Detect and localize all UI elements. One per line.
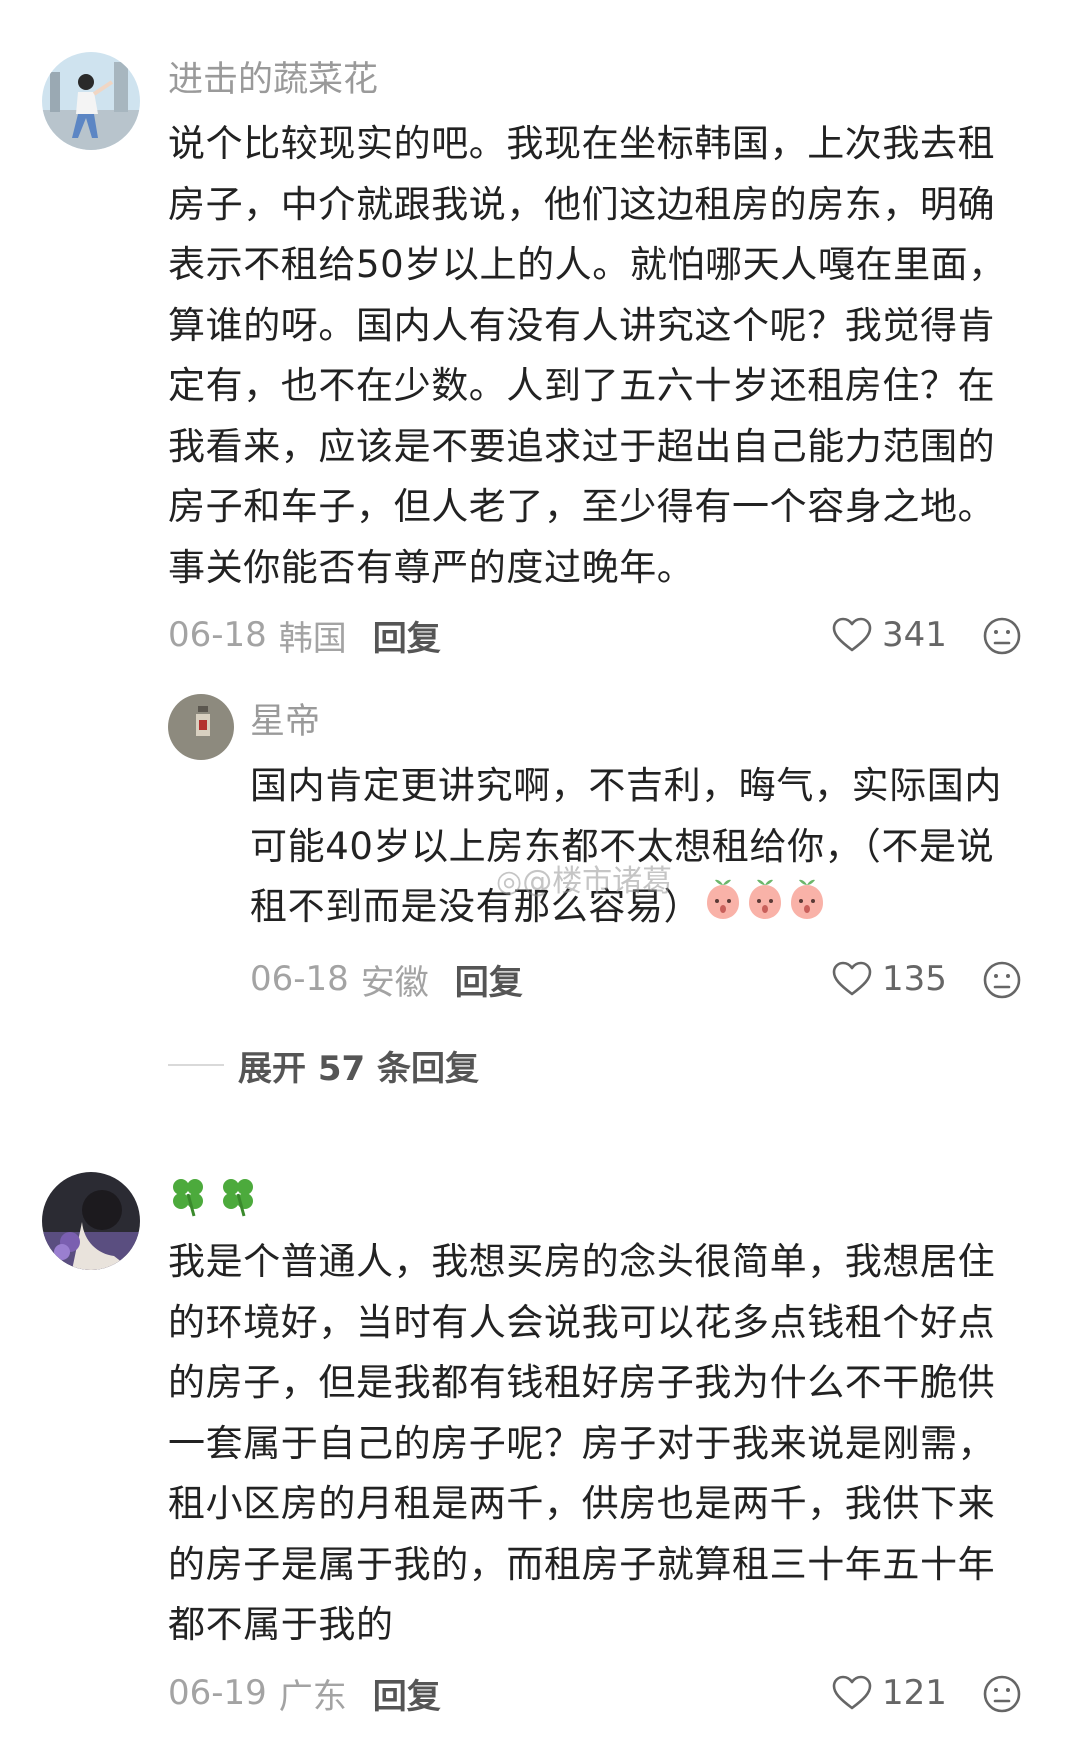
comment-line: 说个比较现实的吧。我现在坐标韩国，上次我去租	[168, 122, 996, 165]
avatar[interactable]	[42, 52, 140, 150]
like-button[interactable]: 121	[832, 1668, 947, 1718]
frown-face-icon[interactable]	[982, 1674, 1022, 1714]
comment-line: 一套属于自己的房子呢？房子对于我来说是刚需，	[168, 1421, 996, 1465]
like-count: 121	[882, 1673, 947, 1713]
four-leaf-clover-icon	[168, 1174, 208, 1231]
comment-line: 表示不租给50岁以上的人。就怕哪天人嘎在里面，	[168, 243, 1006, 286]
comment-line: 房子和车子，但人老了，至少得有一个容身之地。	[168, 485, 996, 528]
expand-replies-label: 展开 57 条回复	[238, 1048, 479, 1089]
heart-outline-icon	[832, 617, 872, 652]
comment-line: 事关你能否有尊严的度过晚年。	[168, 545, 695, 589]
watermark: ◎@楼市诸葛	[496, 856, 672, 900]
frown-face-icon[interactable]	[982, 960, 1022, 1000]
comment-date: 06-19	[168, 1673, 267, 1713]
expand-replies-button[interactable]: 展开 57 条回复	[168, 1040, 479, 1090]
heart-outline-icon	[832, 961, 872, 996]
peach-face-emoji	[787, 877, 827, 940]
heart-outline-icon	[832, 1675, 872, 1710]
comment-line: 我看来，应该是不要追求过于超出自己能力范围的	[168, 424, 996, 468]
comment-text: 说个比较现实的吧。我现在坐标韩国，上次我去租 房子，中介就跟我说，他们这边租房的…	[168, 114, 1006, 598]
reply-text: 国内肯定更讲究啊，不吉利，晦气，实际国内 可能40岁以上房东都不太想租给你，（不…	[250, 756, 1002, 940]
like-button[interactable]: 341	[832, 610, 947, 660]
four-leaf-clover-icon	[218, 1174, 258, 1231]
username[interactable]: 进击的蔬菜花	[168, 56, 378, 104]
peach-face-emoji	[703, 877, 743, 940]
comment-text: 我是个普通人，我想买房的念头很简单，我想居住 的环境好，当时有人会说我可以花多点…	[168, 1232, 995, 1656]
like-button[interactable]: 135	[832, 954, 947, 1004]
reply-username[interactable]: 星帝	[250, 698, 320, 746]
comment-line: 租小区房的月租是两千，供房也是两千，我供下来	[168, 1482, 996, 1525]
reply-button[interactable]: 回复	[373, 1669, 441, 1718]
comment-date: 06-18	[168, 615, 267, 655]
comment-line: 房子，中介就跟我说，他们这边租房的房东，明确	[168, 182, 996, 226]
reply-location: 安徽	[360, 962, 429, 1003]
comment-meta: 06-18 韩国 回复	[168, 610, 441, 660]
peach-face-emoji	[745, 877, 785, 940]
weibo-logo-icon: ◎	[496, 864, 523, 899]
comment-line: 定有，也不在少数。人到了五六十岁还租房住？在	[168, 364, 996, 407]
comment-line: 都不属于我的	[168, 1603, 394, 1646]
reply-button[interactable]: 回复	[455, 955, 523, 1004]
divider-dash	[168, 1064, 224, 1066]
reply-date: 06-18	[250, 959, 349, 999]
comment-line: 我是个普通人，我想买房的念头很简单，我想居住	[168, 1240, 996, 1283]
username[interactable]	[168, 1174, 268, 1231]
comment-line: 的房子，但是我都有钱租好房子我为什么不干脆供	[168, 1361, 996, 1404]
comment-meta: 06-19 广东 回复	[168, 1668, 441, 1718]
comment-line: 的环境好，当时有人会说我可以花多点钱租个好点	[168, 1300, 996, 1344]
frown-face-icon[interactable]	[982, 616, 1022, 656]
avatar[interactable]	[42, 1172, 140, 1270]
comment-location: 广东	[278, 1676, 347, 1717]
reply-line: 国内肯定更讲究啊，不吉利，晦气，实际国内	[250, 764, 1002, 807]
reply-button[interactable]: 回复	[373, 611, 441, 660]
comment-location: 韩国	[278, 618, 347, 659]
like-count: 341	[882, 615, 947, 655]
comment-line: 算谁的呀。国内人有没有人讲究这个呢？我觉得肯	[168, 303, 996, 347]
watermark-text: @楼市诸葛	[522, 864, 673, 899]
reply-meta: 06-18 安徽 回复	[250, 954, 523, 1004]
like-count: 135	[882, 959, 947, 999]
reply-avatar[interactable]	[168, 694, 234, 760]
comment-line: 的房子是属于我的，而租房子就算租三十年五十年	[168, 1542, 996, 1586]
